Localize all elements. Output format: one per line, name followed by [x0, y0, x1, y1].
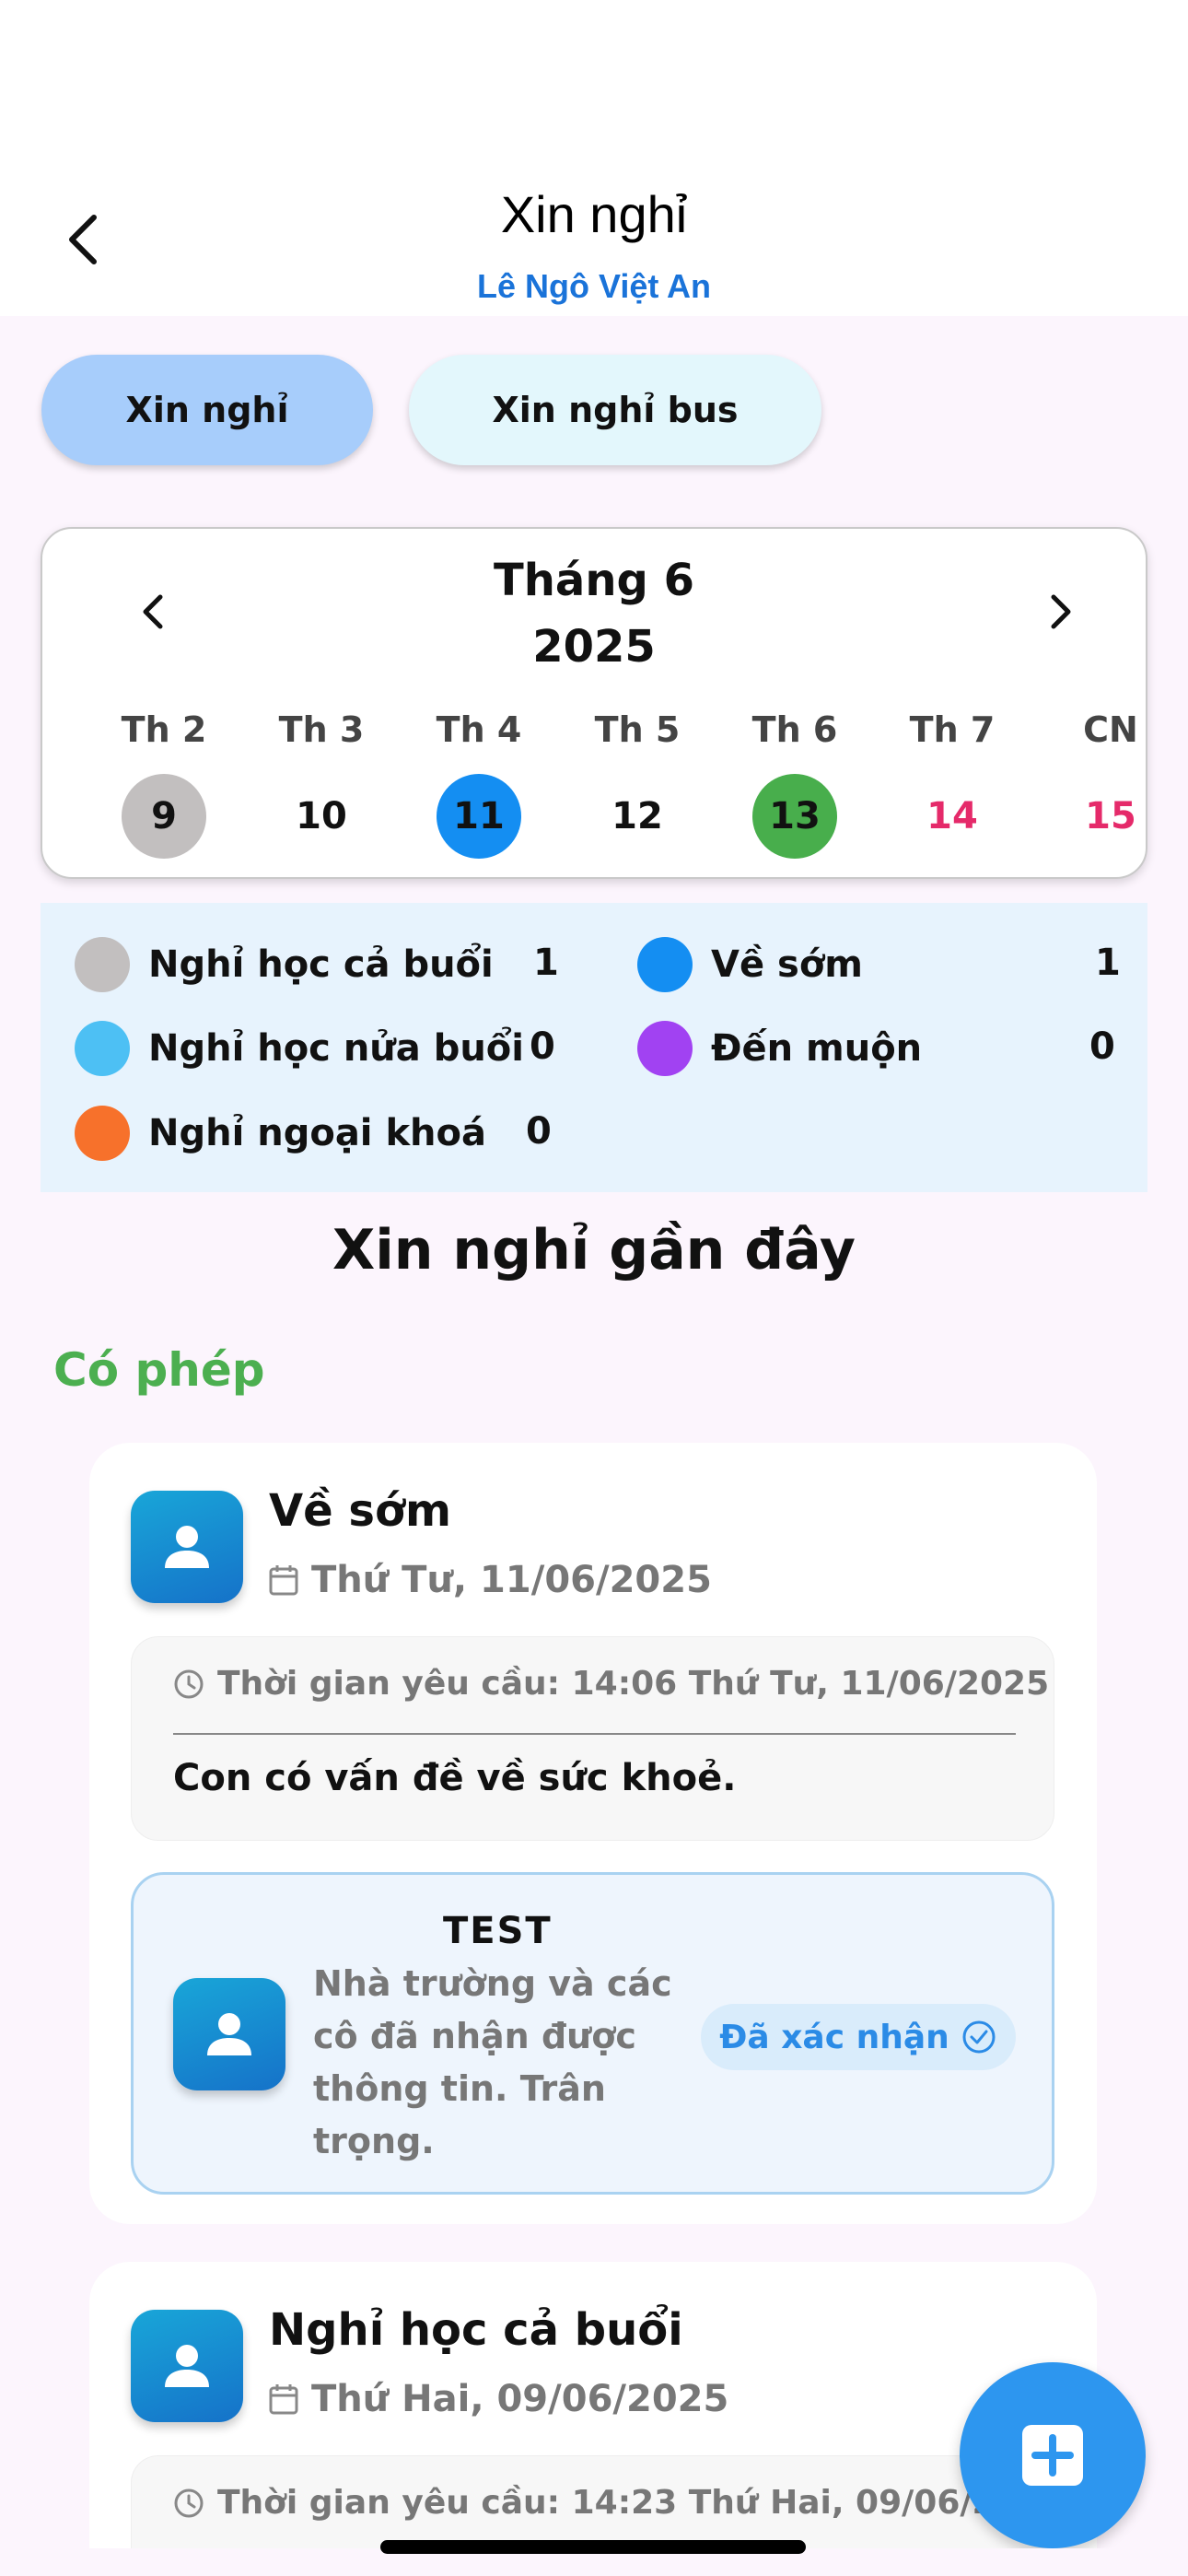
status-badge: Đã xác nhận: [701, 2004, 1016, 2070]
weekday-label: CN: [1083, 709, 1138, 750]
weekday-label: Th 2: [121, 709, 207, 750]
color-dot: [75, 937, 130, 992]
request-date-text: Thứ Tư, 11/06/2025: [311, 1559, 712, 1601]
weekday-label: Th 6: [751, 709, 838, 750]
stat-value: 1: [1095, 942, 1121, 984]
stat-label: Nghỉ ngoại khoá: [148, 1112, 486, 1154]
request-reason: Con có vấn đề về sức khoẻ.: [173, 1757, 737, 1799]
stat-value: 0: [1089, 1025, 1115, 1068]
divider: [173, 1733, 1016, 1735]
request-time-text: Thời gian yêu cầu: 14:06 Thứ Tư, 11/06/2…: [217, 1665, 1050, 1703]
calendar-month: Tháng 6: [494, 555, 694, 606]
add-square-icon: [1022, 2425, 1083, 2486]
avatar: [131, 2310, 243, 2422]
stat-late: Đến muộn: [637, 1021, 922, 1076]
calendar-day[interactable]: 12: [595, 774, 680, 859]
reply-author: TEST: [443, 1910, 553, 1952]
calendar-day[interactable]: 13: [752, 774, 837, 859]
stat-value: 0: [526, 1110, 552, 1153]
reply-message: Nhà trường và các cô đã nhận được thông …: [313, 1963, 672, 2161]
stat-half-day: Nghỉ học nửa buổi: [75, 1021, 524, 1076]
home-indicator[interactable]: [380, 2540, 806, 2554]
stat-label: Nghỉ học nửa buổi: [148, 1027, 524, 1070]
avatar: [131, 1491, 243, 1603]
tab-xin-nghi[interactable]: Xin nghỉ: [41, 355, 373, 465]
stat-value: 1: [533, 942, 559, 984]
request-detail-box: Thời gian yêu cầu: 14:06 Thứ Tư, 11/06/2…: [131, 1636, 1054, 1841]
clock-icon: [174, 1669, 204, 1698]
color-dot: [75, 1021, 130, 1076]
attendance-summary: Nghỉ học cả buổi 1 Về sớm 1 Nghỉ học nửa…: [41, 903, 1147, 1192]
calendar-day[interactable]: 10: [279, 774, 364, 859]
calendar-icon: [269, 2384, 298, 2415]
weekday-label: Th 7: [909, 709, 996, 750]
stat-label: Nghỉ học cả buổi: [148, 943, 494, 986]
weekday-label: Th 4: [436, 709, 522, 750]
request-type: Về sớm: [269, 1485, 451, 1537]
person-icon: [165, 2345, 209, 2387]
student-name[interactable]: Lê Ngô Việt An: [0, 267, 1188, 306]
stat-leave-early: Về sớm: [637, 937, 863, 992]
calendar-year: 2025: [532, 621, 656, 673]
clock-icon: [174, 2488, 204, 2517]
request-time: Thời gian yêu cầu: 14:06 Thứ Tư, 11/06/2…: [173, 1665, 1049, 1703]
request-date: Thứ Tư, 11/06/2025: [269, 1559, 712, 1601]
person-icon: [207, 2013, 251, 2055]
top-bar: Xin nghỉ Lê Ngô Việt An: [0, 0, 1188, 316]
stat-label: Đến muộn: [711, 1027, 923, 1070]
week-calendar: Tháng 6 2025 Th 2 Th 3 Th 4 Th 5 Th 6 Th…: [41, 527, 1147, 879]
color-dot: [75, 1106, 130, 1161]
tab-xin-nghi-bus[interactable]: Xin nghỉ bus: [409, 355, 821, 465]
request-date: Thứ Hai, 09/06/2025: [269, 2378, 728, 2420]
weekday-label: Th 5: [594, 709, 681, 750]
stat-full-day: Nghỉ học cả buổi: [75, 937, 494, 992]
calendar-icon: [269, 1565, 298, 1596]
leave-request-card[interactable]: Về sớm Thứ Tư, 11/06/2025 Thời gian yêu …: [89, 1443, 1097, 2224]
check-circle-icon: [962, 2020, 996, 2054]
leave-request-card[interactable]: Nghỉ học cả buổi Thứ Hai, 09/06/2025 Thờ…: [89, 2262, 1097, 2576]
page-title: Xin nghỉ: [500, 185, 688, 243]
color-dot: [637, 937, 693, 992]
add-request-button[interactable]: [960, 2362, 1146, 2548]
stat-extracurricular: Nghỉ ngoại khoá: [75, 1106, 486, 1161]
calendar-day[interactable]: 9: [122, 774, 206, 859]
request-type: Nghỉ học cả buổi: [269, 2304, 683, 2356]
chevron-right-icon: [1051, 594, 1071, 629]
school-reply-box: TEST Nhà trường và các cô đã nhận được t…: [131, 1872, 1054, 2195]
avatar: [173, 1978, 285, 2090]
status-text: Đã xác nhận: [719, 2018, 949, 2056]
calendar-day[interactable]: 11: [437, 774, 521, 859]
person-icon: [165, 1526, 209, 1568]
next-week-button[interactable]: [1033, 584, 1089, 639]
weekday-label: Th 3: [278, 709, 365, 750]
color-dot: [637, 1021, 693, 1076]
calendar-day[interactable]: 14: [910, 774, 995, 859]
recent-section-title: Xin nghỉ gần đây: [332, 1218, 856, 1282]
stat-value: 0: [530, 1025, 555, 1068]
request-time-text: Thời gian yêu cầu: 14:23 Thứ Hai, 09/06/…: [217, 2484, 1054, 2522]
calendar-day[interactable]: 15: [1068, 774, 1153, 859]
request-time: Thời gian yêu cầu: 14:23 Thứ Hai, 09/06/…: [173, 2484, 1054, 2522]
stat-label: Về sớm: [711, 943, 863, 986]
request-date-text: Thứ Hai, 09/06/2025: [311, 2378, 729, 2420]
group-title-approved: Có phép: [53, 1343, 265, 1397]
